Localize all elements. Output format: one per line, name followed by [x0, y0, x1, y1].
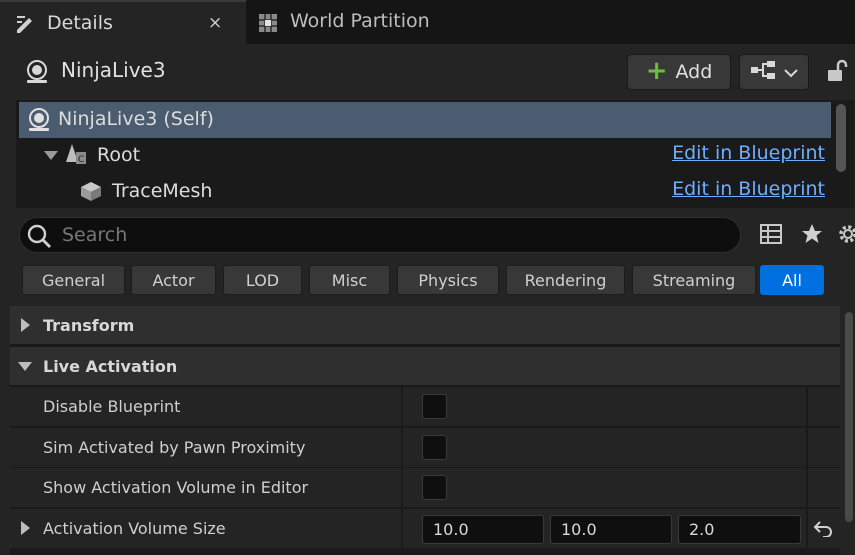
property-row: Activation Volume Size 10.0 10.0 2.0: [10, 509, 840, 548]
column-divider[interactable]: [401, 509, 403, 548]
expand-arrow-icon: [44, 151, 58, 160]
lock-icon[interactable]: [825, 59, 849, 87]
column-divider: [806, 468, 808, 507]
tab-world-partition-label: World Partition: [290, 10, 430, 32]
column-divider[interactable]: [401, 428, 403, 467]
tree-item-self[interactable]: NinjaLive3 (Self): [19, 102, 831, 138]
filter-streaming[interactable]: Streaming: [632, 265, 756, 295]
actor-icon: [24, 59, 50, 89]
filter-physics[interactable]: Physics: [397, 265, 499, 295]
svg-text:C: C: [78, 155, 84, 165]
chevron-down-icon: [784, 63, 798, 82]
tab-details[interactable]: Details ×: [0, 0, 246, 44]
property-row: Disable Blueprint: [10, 387, 840, 426]
column-divider: [806, 509, 808, 548]
scene-component-icon: C: [64, 142, 90, 172]
category-label: Transform: [43, 315, 135, 335]
close-icon[interactable]: ×: [208, 13, 222, 33]
filter-rendering[interactable]: Rendering: [506, 265, 625, 295]
search-input[interactable]: [62, 221, 722, 249]
add-component-button[interactable]: + Add: [627, 54, 731, 90]
tab-world-partition[interactable]: World Partition: [252, 0, 452, 44]
column-divider: [806, 387, 808, 426]
world-partition-icon: [258, 13, 278, 37]
column-divider: [806, 428, 808, 467]
filter-general[interactable]: General: [22, 265, 125, 295]
edit-in-blueprint-link[interactable]: Edit in Blueprint: [672, 178, 825, 200]
sim-activated-checkbox[interactable]: [422, 435, 447, 460]
plus-icon: +: [645, 56, 668, 86]
volume-z-field[interactable]: 2.0: [678, 515, 801, 544]
tree-item-label: Root: [97, 144, 141, 166]
reset-to-default-icon[interactable]: [813, 519, 833, 541]
edit-in-blueprint-link[interactable]: Edit in Blueprint: [672, 142, 825, 164]
component-tree: NinjaLive3 (Self) C Root Edit in Bluepri…: [16, 100, 854, 208]
search-icon: [26, 223, 52, 253]
details-pencil-icon: [14, 12, 38, 40]
tree-item-label: NinjaLive3 (Self): [58, 108, 214, 130]
filter-lod[interactable]: LOD: [223, 265, 302, 295]
tree-item-root[interactable]: C Root Edit in Blueprint: [19, 138, 831, 174]
property-row: Sim Activated by Pawn Proximity: [10, 428, 840, 467]
collapse-arrow-icon: [18, 361, 32, 371]
gear-icon[interactable]: [836, 222, 855, 250]
filter-all[interactable]: All: [760, 265, 824, 295]
filter-misc[interactable]: Misc: [309, 265, 390, 295]
volume-y-field[interactable]: 10.0: [550, 515, 672, 544]
category-transform[interactable]: Transform: [10, 306, 840, 344]
property-name: Activation Volume Size: [43, 519, 226, 538]
details-scrollbar[interactable]: [845, 312, 853, 522]
add-button-label: Add: [675, 61, 713, 83]
tab-details-label: Details: [47, 12, 113, 34]
tree-item-tracemesh[interactable]: TraceMesh Edit in Blueprint: [19, 174, 831, 210]
property-name: Show Activation Volume in Editor: [43, 478, 309, 497]
details-grid: Transform Live Activation Disable Bluepr…: [10, 306, 840, 555]
property-name: Disable Blueprint: [43, 397, 181, 416]
blueprint-icon: [750, 60, 776, 84]
show-activation-volume-checkbox[interactable]: [422, 475, 447, 500]
tab-bar: Details × World Partition: [0, 0, 855, 44]
tree-scrollbar[interactable]: [836, 104, 846, 172]
filter-actor[interactable]: Actor: [131, 265, 216, 295]
property-name: Sim Activated by Pawn Proximity: [43, 438, 306, 457]
category-label: Live Activation: [43, 356, 178, 376]
column-divider[interactable]: [401, 468, 403, 507]
details-panel: NinjaLive3 + Add NinjaLive3 (Self) C Roo…: [0, 44, 855, 555]
tree-item-label: TraceMesh: [112, 180, 213, 202]
static-mesh-icon: [79, 180, 103, 206]
actor-name: NinjaLive3: [61, 58, 166, 82]
blueprint-options-button[interactable]: [739, 54, 809, 90]
column-divider[interactable]: [401, 387, 403, 426]
expand-arrow-icon[interactable]: [21, 521, 30, 535]
disable-blueprint-checkbox[interactable]: [422, 394, 447, 419]
property-row: Show Activation Volume in Editor: [10, 468, 840, 507]
search-box[interactable]: [19, 217, 741, 253]
expand-arrow-icon: [21, 318, 30, 332]
star-icon[interactable]: [800, 222, 824, 250]
actor-icon: [26, 107, 52, 137]
actor-header: NinjaLive3 + Add: [0, 44, 855, 98]
property-matrix-icon[interactable]: [759, 222, 783, 250]
volume-x-field[interactable]: 10.0: [422, 515, 544, 544]
category-live-activation[interactable]: Live Activation: [10, 347, 840, 385]
